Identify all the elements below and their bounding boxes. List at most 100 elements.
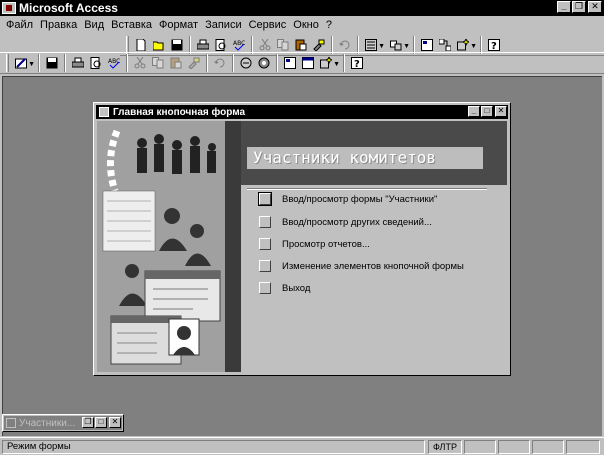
open-button[interactable]: [151, 37, 167, 53]
new-button[interactable]: [133, 37, 149, 53]
app-titlebar[interactable]: Microsoft Access _ ❐ ✕: [0, 0, 604, 16]
new-object-button[interactable]: ▼: [318, 55, 340, 71]
option-label[interactable]: Выход: [282, 283, 310, 294]
insert-object-button[interactable]: ▼: [363, 37, 385, 53]
toolbar-separator: [232, 54, 234, 72]
access-app-icon[interactable]: [2, 2, 16, 14]
format-painter-button[interactable]: [186, 55, 202, 71]
form-minimize-button[interactable]: _: [468, 106, 480, 117]
print-button[interactable]: [70, 55, 86, 71]
minimized-maximize-button[interactable]: □: [95, 417, 107, 428]
switchboard-option-exit[interactable]: Выход: [259, 281, 310, 295]
copy-button[interactable]: [275, 37, 291, 53]
option-label[interactable]: Ввод/просмотр других сведений...: [282, 217, 432, 228]
option-label[interactable]: Изменение элементов кнопочной формы: [282, 261, 464, 272]
filter-button[interactable]: [256, 55, 272, 71]
restore-button[interactable]: ❐: [572, 1, 586, 13]
minimize-button[interactable]: _: [557, 1, 571, 13]
menu-file[interactable]: Файл: [6, 19, 33, 31]
menu-records[interactable]: Записи: [205, 19, 242, 31]
properties-button[interactable]: [282, 55, 298, 71]
copy-button[interactable]: [150, 55, 166, 71]
dropdown-arrow-icon[interactable]: ▼: [333, 61, 340, 68]
spell-button[interactable]: ABC: [106, 55, 122, 71]
status-text: Режим формы: [2, 440, 425, 454]
switchboard-option-other-info[interactable]: Ввод/просмотр других сведений...: [259, 215, 432, 229]
spell-button[interactable]: ABC: [231, 37, 247, 53]
switchboard-option-edit-switchboard[interactable]: Изменение элементов кнопочной формы: [259, 259, 464, 273]
paste-button[interactable]: [168, 55, 184, 71]
option-label[interactable]: Ввод/просмотр формы "Участники": [282, 194, 437, 205]
database-window-button[interactable]: [300, 55, 316, 71]
minimized-restore-button[interactable]: ❐: [82, 417, 94, 428]
menu-insert[interactable]: Вставка: [111, 19, 152, 31]
cut-button[interactable]: [257, 37, 273, 53]
option-button[interactable]: [259, 216, 271, 228]
menu-view[interactable]: Вид: [84, 19, 104, 31]
database-window-icon: [302, 57, 314, 69]
undo-button[interactable]: [337, 37, 353, 53]
format-painter-icon: [188, 57, 200, 69]
dropdown-arrow-icon[interactable]: ▼: [28, 61, 35, 68]
minimized-form-window[interactable]: Участники... ❐ □ ✕: [2, 414, 124, 432]
help-button[interactable]: ?: [349, 55, 365, 71]
undo-icon: [339, 40, 350, 49]
toolbar-separator: [206, 54, 208, 72]
preview-button[interactable]: [88, 55, 104, 71]
print-button[interactable]: [195, 37, 211, 53]
toolbar-separator: [126, 54, 128, 72]
switchboard-option-participants[interactable]: Ввод/просмотр формы "Участники": [258, 192, 437, 206]
switchboard-form-window[interactable]: Главная кнопочная форма _ □ ✕ Участники …: [93, 102, 511, 376]
minimized-close-button[interactable]: ✕: [109, 417, 121, 428]
switchboard-option-reports[interactable]: Просмотр отчетов...: [259, 237, 370, 251]
menu-format[interactable]: Формат: [159, 19, 198, 31]
form-icon[interactable]: [99, 107, 109, 117]
option-button[interactable]: [259, 282, 271, 294]
dropdown-arrow-icon[interactable]: ▼: [378, 43, 385, 50]
option-button[interactable]: [259, 260, 271, 272]
sort-icon: [240, 57, 252, 69]
status-panel: [464, 440, 496, 454]
analyze-button[interactable]: ▼: [388, 37, 410, 53]
form-maximize-button[interactable]: □: [481, 106, 493, 117]
help-button[interactable]: ?: [486, 37, 502, 53]
view-button[interactable]: ▼: [13, 55, 35, 71]
menu-window[interactable]: Окно: [293, 19, 319, 31]
svg-text:?: ?: [354, 59, 360, 69]
sort-button[interactable]: [238, 55, 254, 71]
status-filter-indicator: ФЛТР: [428, 440, 462, 454]
properties-icon: [421, 38, 433, 51]
toolbar-grip[interactable]: [6, 54, 9, 72]
format-painter-button[interactable]: [311, 37, 327, 53]
save-button[interactable]: [44, 55, 60, 71]
new-object-button[interactable]: ▼: [455, 37, 477, 53]
dropdown-arrow-icon[interactable]: ▼: [403, 43, 410, 50]
paste-button[interactable]: [293, 37, 309, 53]
cut-icon: [259, 38, 271, 50]
relationships-button[interactable]: [437, 37, 453, 53]
heading-divider: [247, 188, 487, 190]
form-titlebar[interactable]: Главная кнопочная форма _ □ ✕: [96, 105, 508, 119]
preview-button[interactable]: [213, 37, 229, 53]
form-icon[interactable]: [6, 418, 16, 428]
toolbar-grip[interactable]: [126, 35, 129, 54]
svg-text:ABC: ABC: [233, 40, 245, 47]
form-close-button[interactable]: ✕: [495, 106, 507, 117]
cut-button[interactable]: [132, 55, 148, 71]
menu-tools[interactable]: Сервис: [249, 19, 287, 31]
option-button[interactable]: [259, 238, 271, 250]
menu-help[interactable]: ?: [326, 19, 332, 31]
undo-button[interactable]: [212, 55, 228, 71]
status-panel: [532, 440, 564, 454]
option-label[interactable]: Просмотр отчетов...: [282, 239, 370, 250]
dropdown-arrow-icon[interactable]: ▼: [470, 43, 477, 50]
copy-icon: [152, 57, 164, 69]
properties-button[interactable]: [419, 37, 435, 53]
option-button[interactable]: [258, 192, 272, 206]
status-panel: [498, 440, 530, 454]
menu-edit[interactable]: Правка: [40, 19, 77, 31]
save-button[interactable]: [169, 37, 185, 53]
paste-icon: [295, 39, 307, 50]
decorative-collage-image: [97, 121, 225, 372]
close-button[interactable]: ✕: [588, 1, 602, 13]
